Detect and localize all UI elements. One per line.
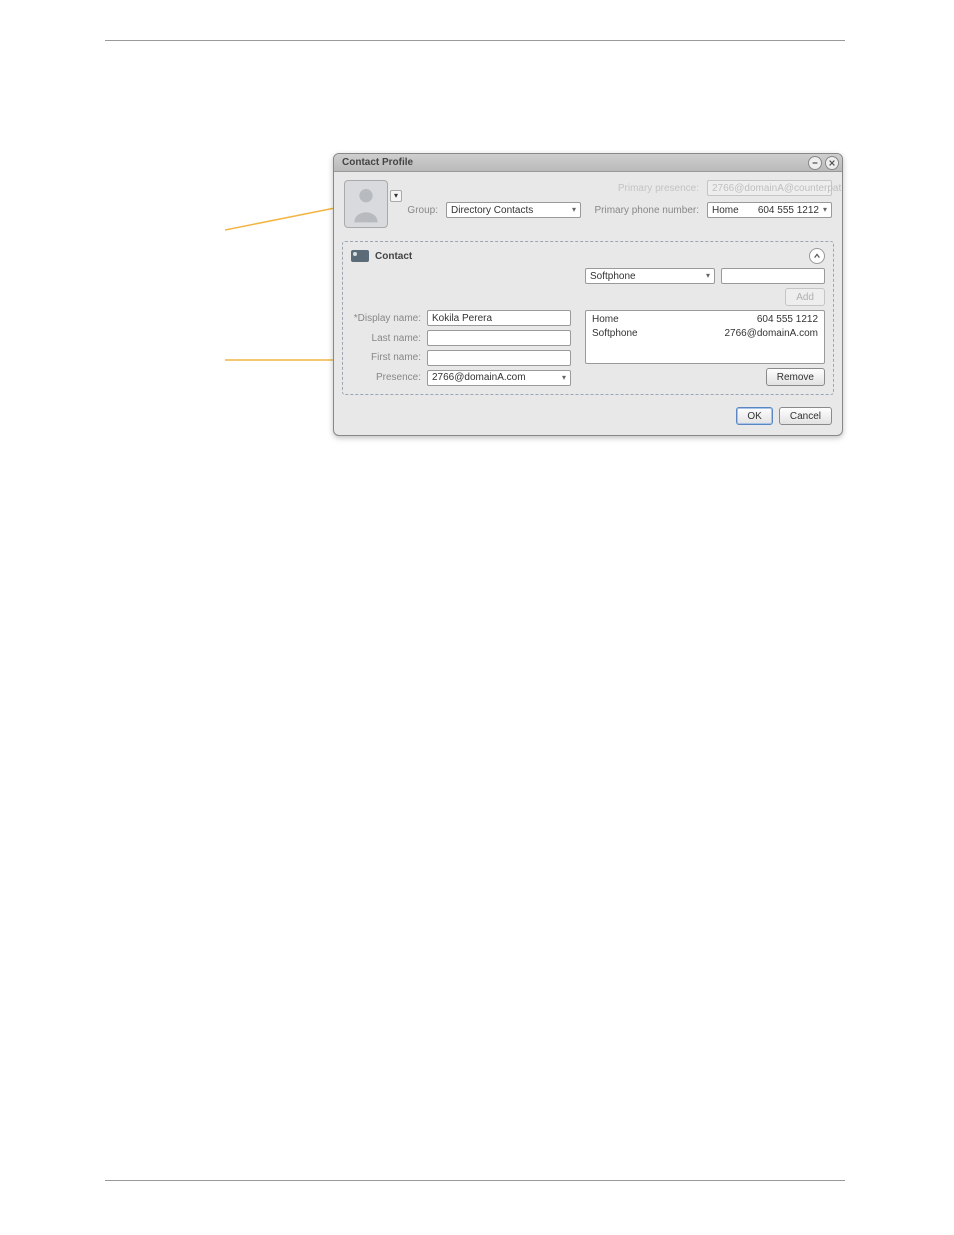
phone-type-select[interactable]: Softphone ▾ — [585, 268, 715, 284]
chevron-down-icon: ▾ — [572, 206, 576, 214]
phone-value-input[interactable] — [721, 268, 825, 284]
window-title: Contact Profile — [342, 157, 413, 168]
primary-phone-label: Primary phone number: — [589, 205, 699, 216]
contact-section: Contact Softphone ▾ Add — [342, 241, 834, 395]
primary-phone-select[interactable]: Home 604 555 1212 ▾ — [707, 202, 832, 218]
contact-section-title: Contact — [375, 251, 412, 262]
presence-select[interactable]: 2766@domainA.com ▾ — [427, 370, 571, 386]
list-item: Home 604 555 1212 — [592, 313, 818, 327]
display-name-value: Kokila Perera — [432, 313, 492, 324]
titlebar: Contact Profile — [334, 154, 842, 172]
first-name-input[interactable] — [427, 350, 571, 366]
dialog-footer: OK Cancel — [334, 401, 842, 435]
add-button[interactable]: Add — [785, 288, 825, 306]
display-name-input[interactable]: Kokila Perera — [427, 310, 571, 326]
chevron-down-icon: ▾ — [706, 272, 710, 280]
chevron-up-icon — [813, 252, 821, 260]
header-panel: ▾ Primary presence: 2766@domainA@counter… — [334, 172, 842, 237]
collapse-button[interactable] — [809, 248, 825, 264]
chevron-down-icon: ▾ — [562, 374, 566, 382]
first-name-label: First name: — [351, 352, 421, 363]
primary-phone-number: 604 555 1212 — [758, 205, 823, 216]
avatar-menu-button[interactable]: ▾ — [390, 190, 402, 202]
group-value: Directory Contacts — [451, 205, 533, 216]
page-divider-bottom — [105, 1180, 845, 1181]
cancel-button[interactable]: Cancel — [779, 407, 832, 425]
primary-presence-value: 2766@domainA@counterpath.c — [712, 183, 843, 194]
method-label: Home — [592, 313, 619, 327]
primary-presence-label: Primary presence: — [589, 183, 699, 194]
presence-value: 2766@domainA.com — [432, 372, 526, 383]
list-item: Softphone 2766@domainA.com — [592, 327, 818, 341]
chevron-down-icon: ▾ — [394, 192, 398, 200]
phone-type-value: Softphone — [590, 271, 636, 282]
primary-presence-select: 2766@domainA@counterpath.c ▾ — [707, 180, 832, 196]
method-value: 604 555 1212 — [757, 313, 818, 327]
primary-phone-type: Home — [712, 205, 739, 216]
avatar — [344, 180, 388, 228]
page-divider-top — [105, 40, 845, 41]
chevron-down-icon: ▾ — [823, 206, 827, 214]
group-label: Group: — [398, 205, 438, 216]
person-icon — [348, 184, 384, 224]
close-button[interactable] — [825, 156, 839, 170]
ok-button[interactable]: OK — [736, 407, 772, 425]
display-name-label: *Display name: — [351, 313, 421, 324]
remove-button[interactable]: Remove — [766, 368, 825, 386]
last-name-input[interactable] — [427, 330, 571, 346]
contact-profile-dialog: Contact Profile ▾ Primary presence: — [333, 153, 843, 436]
contact-card-icon — [351, 250, 369, 262]
presence-label: Presence: — [351, 372, 421, 383]
minimize-button[interactable] — [808, 156, 822, 170]
contact-methods-list[interactable]: Home 604 555 1212 Softphone 2766@domainA… — [585, 310, 825, 364]
method-label: Softphone — [592, 327, 638, 341]
last-name-label: Last name: — [351, 333, 421, 344]
group-select[interactable]: Directory Contacts ▾ — [446, 202, 581, 218]
method-value: 2766@domainA.com — [724, 327, 818, 341]
